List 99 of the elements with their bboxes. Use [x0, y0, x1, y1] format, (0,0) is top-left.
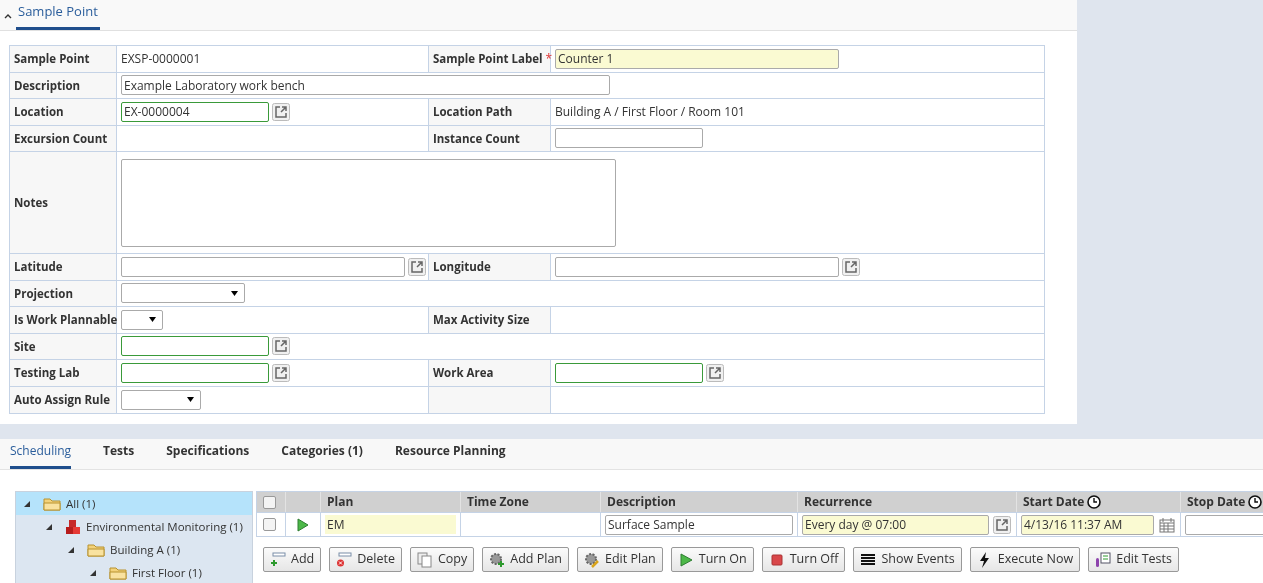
folder-icon	[109, 565, 127, 580]
toolbar-button[interactable]: Show Events	[853, 547, 962, 572]
tab[interactable]: Tests	[103, 442, 135, 469]
tree-item[interactable]: All (1)	[16, 492, 252, 515]
expand-icon[interactable]	[90, 569, 96, 576]
column-header: Stop Date	[1187, 493, 1246, 511]
label-cell: Excursion Count	[10, 125, 117, 151]
external-link-icon[interactable]	[272, 337, 290, 356]
toolbar-button[interactable]: Turn Off	[761, 547, 846, 572]
field-label: Instance Count	[433, 129, 520, 147]
tab[interactable]: Specifications	[166, 442, 250, 469]
toolbar-button[interactable]: Delete	[329, 547, 402, 572]
caret-icon	[231, 290, 238, 296]
calendar-icon[interactable]	[1159, 516, 1175, 533]
input-field[interactable]	[121, 362, 269, 383]
tree-label: Building A (1)	[110, 540, 181, 559]
play-icon[interactable]	[297, 517, 309, 532]
column-header: Time Zone	[467, 493, 529, 511]
folder-icon	[43, 496, 61, 511]
list-icon	[860, 551, 877, 568]
field-label: Sample Point Label	[433, 50, 543, 68]
label-cell: Site	[10, 333, 117, 359]
expand-icon[interactable]	[46, 523, 52, 530]
input-field[interactable]: EX-0000004	[121, 101, 269, 122]
label-cell: Description	[10, 72, 117, 98]
toolbar-button[interactable]: Add	[263, 547, 322, 572]
section-tab[interactable]: Sample Point	[16, 1, 100, 30]
toolbar-button[interactable]: Edit Plan	[577, 547, 663, 572]
field-label: Max Activity Size	[433, 311, 530, 329]
clock-icon[interactable]	[1248, 495, 1263, 509]
description-field[interactable]: Surface Sample	[605, 514, 793, 535]
required-mark: *	[545, 49, 553, 68]
external-link-icon[interactable]	[408, 257, 426, 276]
collapse-icon[interactable]	[4, 13, 12, 19]
input-field[interactable]: Example Laboratory work bench	[121, 75, 610, 96]
plan-field[interactable]: EM	[325, 515, 456, 534]
external-link-icon[interactable]	[993, 515, 1011, 534]
add-icon	[270, 551, 286, 568]
field-label: Longitude	[433, 258, 491, 276]
column-header: Description	[607, 493, 676, 511]
gear-pencil-icon	[584, 551, 600, 568]
tree-label: First Floor (1)	[132, 563, 202, 582]
input-field[interactable]	[555, 256, 839, 277]
tree-item[interactable]: Building A (1)	[16, 538, 252, 561]
external-link-icon[interactable]	[272, 102, 290, 121]
clock-icon[interactable]	[1087, 495, 1102, 509]
folder-icon	[87, 542, 105, 557]
checkbox[interactable]	[263, 495, 276, 509]
input-field[interactable]	[555, 362, 703, 383]
cubes-icon	[65, 518, 81, 535]
tree-item[interactable]: Environmental Monitoring (1)	[16, 515, 252, 538]
field-label: Location Path	[433, 103, 513, 121]
toolbar-button[interactable]: Execute Now	[969, 547, 1081, 572]
field-value: Building A / First Floor / Room 101	[555, 102, 745, 121]
field-value: EXSP-0000001	[121, 49, 201, 68]
gear-plus-icon	[489, 551, 506, 568]
toolbar-button[interactable]: Add Plan	[482, 547, 569, 572]
label-cell: Testing Lab	[10, 360, 117, 386]
expand-icon[interactable]	[24, 500, 30, 507]
dropdown[interactable]	[121, 309, 163, 330]
checkbox[interactable]	[263, 518, 276, 531]
caret-icon	[187, 397, 194, 403]
external-link-icon[interactable]	[706, 363, 724, 382]
label-cell: Sample Point	[10, 46, 117, 72]
label-cell: Auto Assign Rule	[10, 386, 117, 413]
label-cell: Projection	[10, 280, 117, 306]
tab[interactable]: Resource Planning	[394, 442, 506, 469]
input-field[interactable]	[121, 256, 405, 277]
tree-label: All (1)	[66, 494, 96, 513]
play-icon	[677, 551, 694, 568]
stop-icon	[768, 551, 785, 568]
tree-label: Environmental Monitoring (1)	[86, 517, 243, 536]
label-cell: Notes	[10, 152, 117, 253]
stop-date-field[interactable]	[1185, 514, 1263, 535]
column-header: Plan	[327, 493, 354, 511]
input-field[interactable]	[121, 336, 269, 357]
external-link-icon[interactable]	[272, 363, 290, 382]
input-field[interactable]	[555, 128, 703, 149]
toolbar-button[interactable]: Copy	[409, 547, 475, 572]
notes-field[interactable]	[121, 158, 616, 247]
label-cell: Is Work Plannable	[10, 307, 117, 333]
toolbar-button[interactable]: Edit Tests	[1088, 547, 1179, 572]
toolbar-button[interactable]: Turn On	[670, 547, 754, 572]
column-header: Start Date	[1023, 493, 1085, 511]
column-header: Recurrence	[804, 493, 873, 511]
recurrence-field[interactable]: Every day @ 07:00	[802, 514, 989, 535]
test-tube-icon	[1095, 551, 1112, 568]
caret-icon	[149, 317, 156, 323]
tab[interactable]: Categories (1)	[281, 442, 363, 469]
start-date-field[interactable]: 4/13/16 11:37 AM	[1021, 514, 1154, 535]
expand-icon[interactable]	[68, 546, 74, 553]
label-cell: Latitude	[10, 254, 117, 280]
copy-icon	[416, 551, 433, 568]
external-link-icon[interactable]	[842, 257, 860, 276]
tree-item[interactable]: First Floor (1)	[16, 561, 252, 583]
delete-icon	[336, 551, 353, 568]
label-cell: Location	[10, 99, 117, 125]
field-label: Work Area	[433, 364, 494, 382]
input-field[interactable]: Counter 1	[555, 48, 839, 69]
